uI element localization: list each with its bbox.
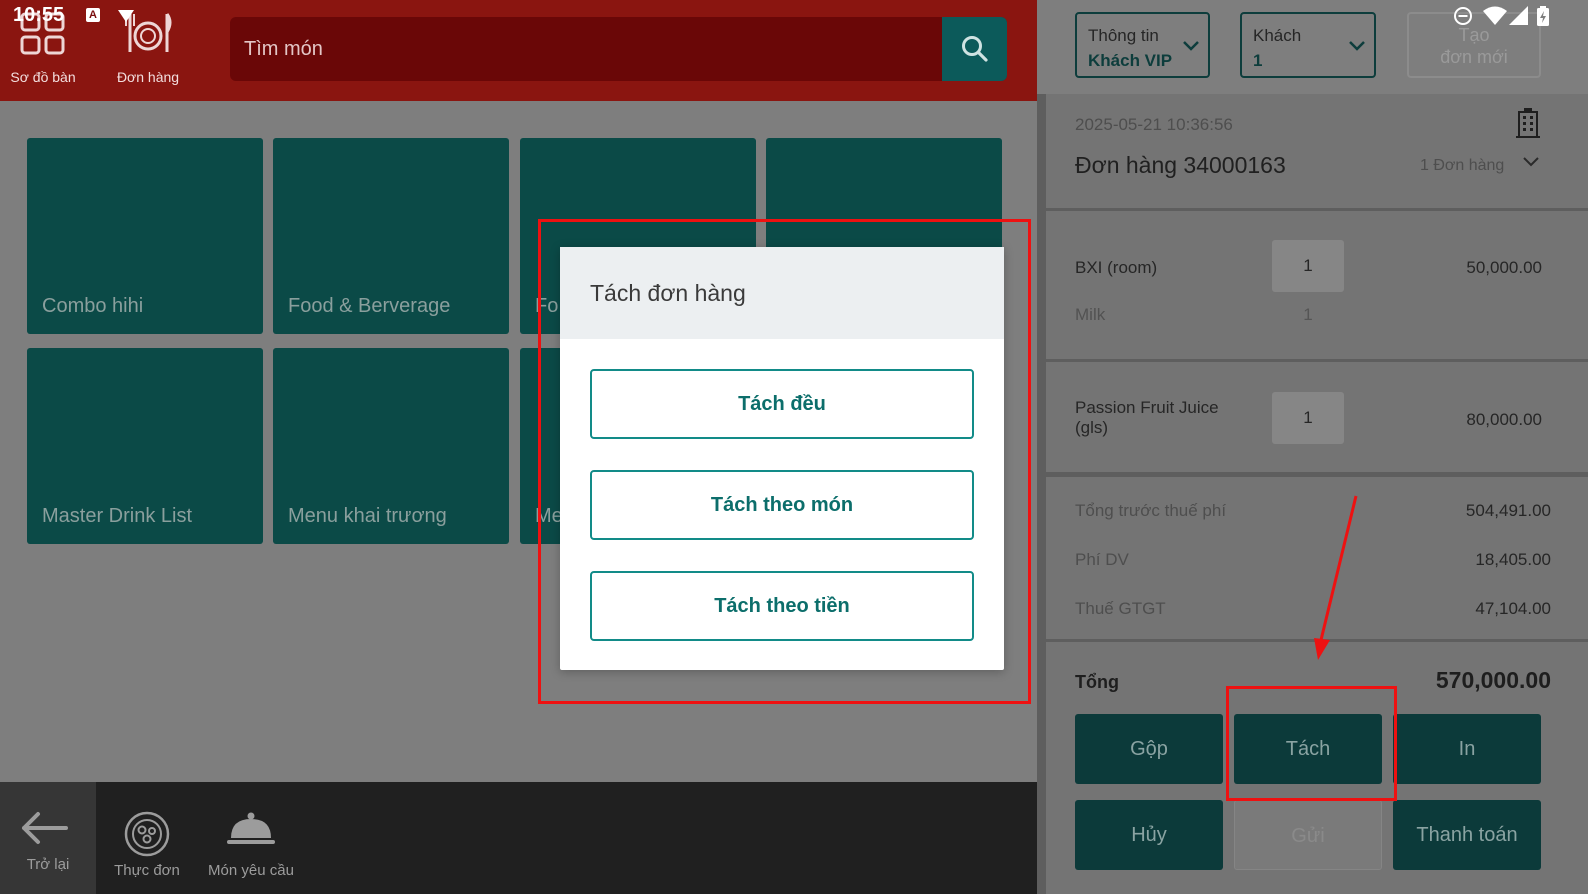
- menu-tile-label: Master Drink List: [42, 505, 193, 527]
- wifi-icon: [1483, 6, 1507, 25]
- annotation-arrow-icon: [1314, 495, 1358, 660]
- menu-plate-icon: [124, 811, 170, 857]
- cancel-button[interactable]: Hủy: [1075, 800, 1223, 870]
- pay-button[interactable]: Thanh toán: [1393, 800, 1541, 870]
- nav-orders-button[interactable]: Đơn hàng: [98, 0, 198, 101]
- menu-tile-label: Combo hihi: [42, 295, 144, 317]
- back-label: Trở lại: [26, 856, 70, 873]
- chevron-down-icon: [1349, 41, 1365, 51]
- merge-button[interactable]: Gộp: [1075, 714, 1223, 784]
- search-input[interactable]: [230, 17, 942, 81]
- item-quantity[interactable]: 1: [1272, 392, 1344, 444]
- item-price: 80,000.00: [1466, 410, 1542, 429]
- chevron-down-icon: [1183, 41, 1199, 51]
- back-button[interactable]: Trở lại: [0, 782, 96, 894]
- new-order-line1: Tạo: [1458, 25, 1490, 45]
- guest-count-value: 1: [1253, 51, 1263, 70]
- menu-tile[interactable]: Menu khai trương: [273, 348, 509, 544]
- annotation-highlight-dialog: [538, 219, 1031, 704]
- customer-info-dropdown[interactable]: Thông tin Khách VIP: [1075, 12, 1210, 78]
- order-header: 2025-05-21 10:36:56 Đơn hàng 34000163 1 …: [1046, 94, 1588, 208]
- order-item[interactable]: Passion Fruit Juice (gls) 1 80,000.00: [1046, 362, 1588, 472]
- subtotal-label: Tổng trước thuế phí: [1075, 501, 1227, 520]
- service-fee-value: 18,405.00: [1475, 550, 1551, 569]
- total-label: Tổng: [1075, 672, 1119, 692]
- new-order-line2: đơn mới: [1440, 47, 1508, 67]
- search-icon: [962, 36, 988, 62]
- signal-icon: [1509, 6, 1528, 25]
- order-item[interactable]: BXI (room) 1 50,000.00 Milk 1: [1046, 211, 1588, 359]
- top-bar: Sơ đồ bàn Đơn hàng: [0, 0, 1037, 101]
- menu-button[interactable]: Thực đơn: [92, 782, 202, 894]
- requested-items-label: Món yêu cầu: [208, 862, 294, 879]
- search-bar: [230, 17, 1007, 81]
- send-button[interactable]: Gửi: [1234, 800, 1382, 870]
- menu-tile[interactable]: Combo hihi: [27, 138, 263, 334]
- chevron-down-icon[interactable]: [1522, 156, 1540, 168]
- menu-tile[interactable]: Master Drink List: [27, 348, 263, 544]
- subtotal-value: 504,491.00: [1465, 501, 1551, 520]
- requested-items-button[interactable]: Món yêu cầu: [196, 782, 306, 894]
- menu-button-label: Thực đơn: [114, 862, 180, 879]
- order-datetime: 2025-05-21 10:36:56: [1075, 115, 1233, 134]
- bottom-bar: Trở lại Thực đơn Món yêu cầu: [0, 782, 1037, 894]
- customer-info-value: Khách VIP: [1088, 51, 1173, 70]
- dnd-icon: [1454, 7, 1472, 25]
- item-price: 50,000.00: [1466, 258, 1542, 277]
- item-quantity[interactable]: 1: [1272, 240, 1344, 292]
- annotation-highlight-split-button: [1226, 686, 1397, 801]
- battery-icon: [1537, 6, 1549, 26]
- status-time: 10:55: [13, 4, 65, 26]
- vat-label: Thuế GTGT: [1075, 599, 1166, 618]
- nav-orders-label: Đơn hàng: [116, 69, 180, 85]
- vat-value: 47,104.00: [1475, 599, 1551, 618]
- arrow-left-icon: [22, 812, 68, 844]
- order-toolbar: Thông tin Khách VIP Khách 1 Tạo đơn mới: [1037, 0, 1588, 94]
- download-notification-icon: [118, 10, 134, 22]
- cloche-icon: [227, 812, 275, 844]
- nav-table-map-label: Sơ đồ bàn: [10, 69, 76, 85]
- menu-tile[interactable]: Food & Berverage: [273, 138, 509, 334]
- service-fee-label: Phí DV: [1075, 550, 1129, 569]
- guest-count-dropdown[interactable]: Khách 1: [1240, 12, 1376, 78]
- item-modifier-name: Milk: [1075, 305, 1106, 324]
- building-icon[interactable]: [1516, 108, 1540, 138]
- order-title: Đơn hàng 34000163: [1075, 152, 1286, 178]
- status-badge: A: [86, 8, 100, 22]
- order-count: 1 Đơn hàng: [1420, 157, 1505, 174]
- item-name: Passion Fruit Juice (gls): [1075, 398, 1219, 437]
- item-modifier-quantity: 1: [1303, 305, 1313, 324]
- search-button[interactable]: [942, 17, 1007, 81]
- item-name: BXI (room): [1075, 258, 1158, 277]
- guest-count-label: Khách: [1253, 26, 1302, 45]
- customer-info-label: Thông tin: [1088, 26, 1159, 45]
- menu-tile-label: Menu khai trương: [288, 505, 447, 527]
- menu-tile-label: Food & Berverage: [288, 295, 451, 317]
- total-value: 570,000.00: [1435, 667, 1551, 693]
- print-button[interactable]: In: [1393, 714, 1541, 784]
